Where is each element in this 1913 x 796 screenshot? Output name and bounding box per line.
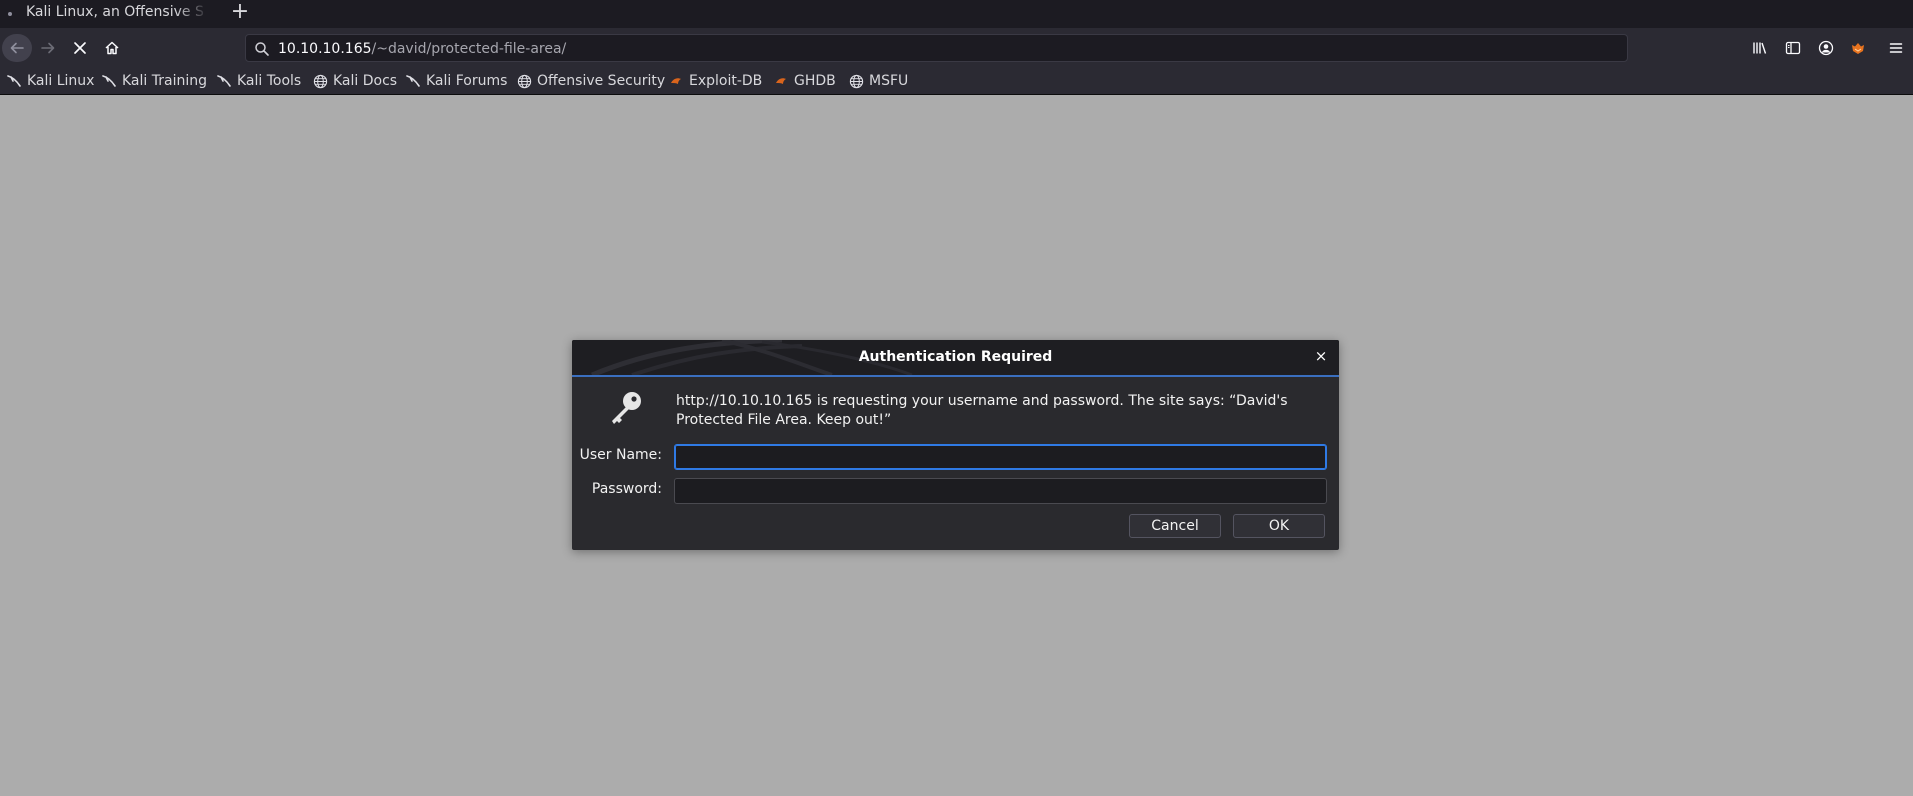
bookmark-label: Exploit-DB: [689, 73, 763, 89]
bookmark-kali-tools[interactable]: Kali Tools: [216, 71, 301, 91]
url-host: 10.10.10.165: [278, 41, 372, 57]
home-button[interactable]: [98, 34, 126, 62]
username-label: User Name:: [579, 447, 662, 463]
tab-favicon: [8, 12, 12, 16]
username-input[interactable]: [674, 444, 1327, 470]
dialog-message: http://10.10.10.165 is requesting your u…: [676, 393, 1288, 428]
kali-dragon-icon: [6, 73, 22, 89]
library-button[interactable]: [1746, 34, 1774, 62]
tab-title-fade: [175, 0, 215, 28]
bookmark-label: Offensive Security: [537, 73, 666, 89]
arrow-left-icon: [10, 42, 24, 54]
url-path: /~david/protected-file-area/: [371, 41, 567, 57]
key-icon: [612, 392, 641, 424]
stop-loading-button[interactable]: [66, 34, 94, 62]
bookmarks-toolbar: Kali Linux Kali Training Kali Tools Kali…: [0, 68, 1913, 95]
bookmark-label: Kali Tools: [237, 73, 302, 89]
url-text: 10.10.10.165/~david/protected-file-area/: [278, 41, 566, 57]
dialog-title: Authentication Required: [858, 349, 1053, 365]
bookmark-label: Kali Linux: [27, 73, 95, 89]
kali-dragon-icon: [405, 73, 421, 89]
bookmark-label: MSFU: [869, 73, 909, 89]
dialog-titlebar[interactable]: Authentication Required ×: [572, 340, 1339, 377]
globe-icon: [312, 73, 328, 89]
cancel-button[interactable]: Cancel: [1129, 514, 1221, 538]
bookmark-kali-forums[interactable]: Kali Forums: [405, 71, 507, 91]
url-bar[interactable]: 10.10.10.165/~david/protected-file-area/: [245, 34, 1628, 62]
bookmark-label: Kali Forums: [426, 73, 508, 89]
arrow-right-icon: [41, 42, 55, 54]
bookmark-ghdb[interactable]: GHDB: [773, 71, 836, 91]
account-button[interactable]: [1812, 34, 1840, 62]
extension-button[interactable]: [1844, 34, 1872, 62]
exploitdb-icon: [773, 73, 789, 89]
authentication-dialog: Authentication Required × http://10.10.1…: [572, 340, 1339, 550]
password-input[interactable]: [674, 478, 1327, 504]
close-icon: [74, 42, 86, 54]
bookmark-exploit-db[interactable]: Exploit-DB: [668, 71, 762, 91]
back-button[interactable]: [2, 34, 32, 62]
hamburger-menu-icon: [1889, 43, 1903, 53]
bookmark-label: Kali Docs: [333, 73, 398, 89]
bookmark-label: Kali Training: [122, 73, 207, 89]
account-icon: [1818, 40, 1834, 56]
bookmark-label: GHDB: [794, 73, 836, 89]
search-icon: [255, 42, 269, 56]
navigation-toolbar: 10.10.10.165/~david/protected-file-area/: [0, 28, 1913, 68]
bookmark-offensive-security[interactable]: Offensive Security: [516, 71, 665, 91]
sidebar-button[interactable]: [1779, 34, 1807, 62]
globe-icon: [848, 73, 864, 89]
password-label: Password:: [591, 481, 662, 497]
kali-dragon-icon: [101, 73, 117, 89]
forward-button[interactable]: [34, 34, 62, 62]
dialog-close-button[interactable]: ×: [1311, 346, 1331, 366]
library-icon: [1753, 42, 1767, 54]
bookmark-msfu[interactable]: MSFU: [848, 71, 908, 91]
bookmark-kali-linux[interactable]: Kali Linux: [6, 71, 94, 91]
bookmark-kali-docs[interactable]: Kali Docs: [312, 71, 397, 91]
bookmark-kali-training[interactable]: Kali Training: [101, 71, 207, 91]
menu-button[interactable]: [1882, 34, 1910, 62]
exploitdb-icon: [668, 73, 684, 89]
tab-kali-linux[interactable]: Kali Linux, an Offensive S: [0, 0, 215, 28]
home-icon: [105, 41, 119, 55]
fox-extension-icon: [1852, 43, 1864, 54]
ok-button[interactable]: OK: [1233, 514, 1325, 538]
sidebar-icon: [1785, 41, 1801, 55]
tab-strip: Kali Linux, an Offensive S +: [0, 0, 1913, 28]
globe-icon: [516, 73, 532, 89]
new-tab-button[interactable]: +: [228, 0, 252, 26]
kali-dragon-icon: [216, 73, 232, 89]
